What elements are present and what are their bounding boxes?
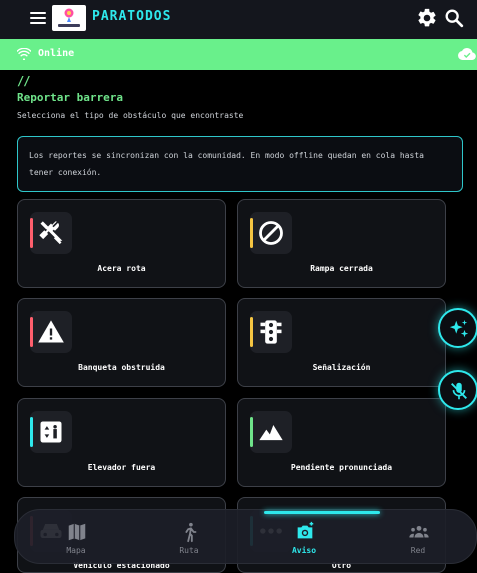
wifi-icon — [17, 48, 31, 60]
nav-label: Aviso — [291, 546, 317, 555]
obstacle-label: Rampa cerrada — [310, 264, 373, 273]
obstacle-label: Banqueta obstruida — [78, 363, 165, 372]
map-icon — [68, 523, 86, 541]
block-icon — [259, 221, 283, 245]
app-logo — [52, 5, 86, 31]
obstacle-card-acera-rota[interactable]: Acera rota — [17, 199, 226, 288]
obstacle-card-banqueta-obstruida[interactable]: Banqueta obstruida — [17, 298, 226, 387]
nav-label: Ruta — [179, 546, 199, 555]
terrain-icon — [259, 425, 283, 441]
app-bar: PARATODOS — [0, 0, 477, 39]
group-icon — [409, 525, 429, 538]
settings-button[interactable] — [416, 7, 438, 29]
app-title: PARATODOS — [92, 9, 172, 24]
obstacle-card-elevador-fuera[interactable]: Elevador fuera — [17, 398, 226, 487]
page-title: Reportar barrera — [17, 91, 123, 104]
obstacle-label: Pendiente pronunciada — [290, 463, 393, 472]
elevator-icon — [40, 421, 62, 443]
traffic-light-icon — [260, 320, 282, 344]
search-icon — [445, 9, 464, 28]
warning-icon — [38, 320, 64, 343]
obstacle-icon-tile — [30, 212, 72, 254]
accent-stripe — [30, 417, 33, 447]
menu-icon — [30, 12, 46, 14]
cloud-done-icon — [458, 47, 476, 60]
mic-off-icon — [451, 382, 467, 400]
sparkle-icon — [449, 319, 469, 338]
accent-stripe — [30, 317, 33, 347]
page-subtitle: Selecciona el tipo de obstáculo que enco… — [17, 111, 244, 120]
obstacle-card-pendiente-pronunciada[interactable]: Pendiente pronunciada — [237, 398, 446, 487]
obstacle-label: Acera rota — [97, 264, 146, 273]
obstacle-card-senalizacion[interactable]: Señalización — [237, 298, 446, 387]
nav-item-mapa[interactable]: Mapa — [31, 510, 121, 565]
camera-icon — [297, 521, 314, 539]
bottom-navigation: Mapa Ruta Aviso Red — [14, 509, 477, 564]
search-button[interactable] — [443, 7, 465, 29]
obstacle-icon-tile — [30, 411, 72, 453]
accent-stripe — [250, 417, 253, 447]
nav-item-ruta[interactable]: Ruta — [144, 510, 234, 565]
ai-assist-button[interactable] — [438, 308, 477, 348]
sync-info-text: Los reportes se sincronizan con la comun… — [29, 151, 424, 177]
mic-off-button[interactable] — [438, 370, 477, 410]
nav-label: Mapa — [66, 546, 86, 555]
walk-icon — [185, 522, 197, 543]
nav-item-aviso[interactable]: Aviso — [259, 510, 349, 565]
obstacle-icon-tile — [250, 212, 292, 254]
section-marker: // — [17, 74, 30, 88]
obstacle-icon-tile — [250, 311, 292, 353]
obstacle-label: Señalización — [312, 363, 371, 372]
menu-button[interactable] — [28, 9, 48, 27]
sync-info-box: Los reportes se sincronizan con la comun… — [17, 136, 463, 192]
tools-icon — [39, 221, 63, 245]
connection-status-bar: Online — [0, 39, 477, 70]
obstacle-label: Elevador fuera — [87, 463, 156, 472]
menu-icon-line — [30, 17, 46, 19]
accent-stripe — [30, 218, 33, 248]
obstacle-icon-tile — [30, 311, 72, 353]
menu-icon-line — [30, 22, 46, 24]
nav-item-red[interactable]: Red — [373, 510, 463, 565]
obstacle-icon-tile — [250, 411, 292, 453]
gear-icon — [418, 8, 436, 27]
logo-icon — [58, 8, 80, 27]
obstacle-card-rampa-cerrada[interactable]: Rampa cerrada — [237, 199, 446, 288]
nav-label: Red — [410, 546, 426, 555]
accent-stripe — [250, 317, 253, 347]
accent-stripe — [250, 218, 253, 248]
status-text: Online — [38, 48, 75, 59]
